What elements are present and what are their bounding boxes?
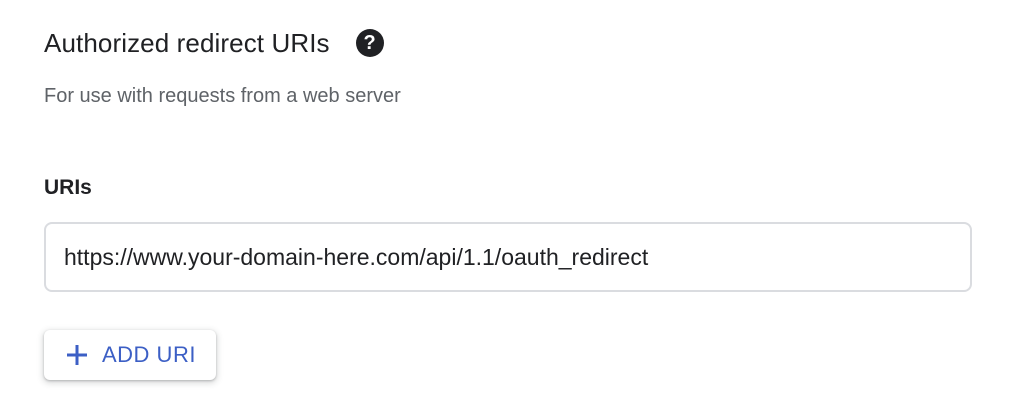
section-header: Authorized redirect URIs ? bbox=[44, 24, 384, 62]
plus-icon bbox=[64, 342, 90, 368]
add-uri-label: ADD URI bbox=[102, 342, 196, 367]
add-uri-button[interactable]: ADD URI bbox=[44, 330, 216, 380]
section-subtitle: For use with requests from a web server bbox=[44, 85, 401, 107]
uri-input-1[interactable] bbox=[44, 222, 972, 292]
uris-label: URIs bbox=[44, 176, 92, 199]
help-icon[interactable]: ? bbox=[355, 29, 384, 57]
section-title: Authorized redirect URIs bbox=[44, 27, 330, 58]
